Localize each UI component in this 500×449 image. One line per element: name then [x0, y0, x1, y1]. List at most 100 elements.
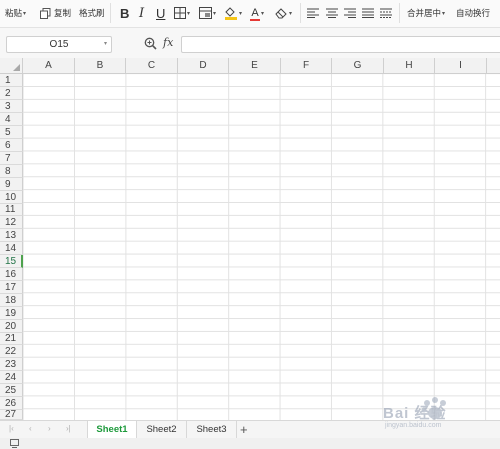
row-header-25[interactable]: 25	[0, 384, 23, 397]
align-left-button[interactable]	[307, 0, 319, 26]
row-header-8[interactable]: 8	[0, 165, 23, 178]
row-header-19[interactable]: 19	[0, 307, 23, 320]
name-box-value: O15	[49, 39, 69, 50]
italic-button[interactable]: I	[139, 0, 144, 26]
align-center-button[interactable]	[326, 0, 338, 26]
copy-icon	[40, 7, 51, 19]
toolbar-divider	[399, 3, 400, 23]
row-header-17[interactable]: 17	[0, 281, 23, 294]
row-header-18[interactable]: 18	[0, 294, 23, 307]
last-sheet-icon[interactable]: ›|	[66, 424, 71, 433]
toolbar-divider	[110, 3, 111, 23]
row-header-14[interactable]: 14	[0, 242, 23, 255]
row-header-16[interactable]: 16	[0, 268, 23, 281]
add-sheet-button[interactable]: +	[240, 422, 248, 437]
column-header-a[interactable]: A	[23, 58, 75, 74]
paint-bucket-icon	[224, 6, 238, 20]
column-header-f[interactable]: F	[281, 58, 332, 74]
wrap-text-button[interactable]: 自动换行	[456, 0, 490, 26]
row-header-3[interactable]: 3	[0, 100, 23, 113]
row-header-23[interactable]: 23	[0, 358, 23, 371]
cell-area[interactable]	[23, 74, 500, 420]
tab-sheet1[interactable]: Sheet1	[87, 421, 137, 438]
wrap-text-label: 自动换行	[456, 8, 491, 18]
distributed-icon	[380, 8, 392, 18]
chevron-down-icon: ▾	[213, 10, 217, 17]
row-header-7[interactable]: 7	[0, 152, 23, 165]
eraser-icon	[275, 7, 288, 19]
paste-label: 粘贴	[5, 8, 23, 18]
underline-button[interactable]: U	[156, 0, 165, 26]
align-left-icon	[307, 8, 319, 18]
font-color-letter: A	[251, 7, 259, 19]
chevron-down-icon: ▾	[261, 10, 265, 17]
zoom-search-icon[interactable]	[144, 37, 157, 52]
column-header-b[interactable]: B	[75, 58, 126, 74]
row-header-11[interactable]: 11	[0, 204, 23, 216]
font-color-button[interactable]: A ▾	[250, 0, 264, 26]
next-sheet-icon[interactable]: ›	[48, 424, 51, 433]
column-header-i[interactable]: I	[435, 58, 487, 74]
row-header-9[interactable]: 9	[0, 178, 23, 191]
column-header-g[interactable]: G	[332, 58, 384, 74]
row-header-4[interactable]: 4	[0, 113, 23, 126]
row-header-12[interactable]: 12	[0, 216, 23, 229]
format-painter-button[interactable]: 格式刷	[79, 0, 105, 26]
watermark-text: Bai 经验	[383, 405, 447, 422]
ribbon-toolbar: 粘贴 ▾ 复制 格式刷 B I U ▾ ▾ ▾ A ▾ ▾ 合并居中 ▾ 自动换…	[0, 0, 500, 28]
select-all-button[interactable]	[0, 58, 23, 74]
column-header-c[interactable]: C	[126, 58, 178, 74]
borders-icon	[174, 7, 186, 19]
format-painter-label: 格式刷	[79, 8, 105, 18]
distributed-button[interactable]	[380, 0, 392, 26]
merge-center-button[interactable]: 合并居中 ▾	[407, 0, 445, 26]
formula-input[interactable]	[181, 36, 500, 53]
copy-button[interactable]: 复制	[40, 0, 71, 26]
copy-label: 复制	[54, 8, 72, 18]
column-header-h[interactable]: H	[384, 58, 435, 74]
name-box[interactable]: O15 ▾	[6, 36, 112, 53]
paste-button[interactable]: 粘贴 ▾	[5, 0, 26, 26]
chevron-down-icon: ▾	[23, 10, 27, 17]
borders-button[interactable]: ▾	[174, 0, 190, 26]
merge-center-label: 合并居中	[407, 8, 442, 18]
row-header-22[interactable]: 22	[0, 345, 23, 358]
row-header-24[interactable]: 24	[0, 371, 23, 384]
bold-button[interactable]: B	[120, 0, 129, 26]
row-header-2[interactable]: 2	[0, 87, 23, 100]
column-header-partial[interactable]	[487, 58, 500, 74]
row-header-15[interactable]: 15	[0, 255, 23, 268]
tab-sheet2[interactable]: Sheet2	[137, 421, 187, 438]
justify-icon	[362, 8, 374, 18]
row-header-1[interactable]: 1	[0, 74, 23, 87]
first-sheet-icon[interactable]: |‹	[9, 424, 14, 433]
column-header-d[interactable]: D	[178, 58, 229, 74]
chevron-down-icon: ▾	[442, 10, 446, 17]
cell-style-icon	[199, 7, 212, 19]
row-header-6[interactable]: 6	[0, 139, 23, 152]
column-header-e[interactable]: E	[229, 58, 281, 74]
row-header-5[interactable]: 5	[0, 126, 23, 139]
chevron-down-icon: ▾	[239, 10, 243, 17]
chevron-down-icon: ▾	[187, 10, 191, 17]
row-header-20[interactable]: 20	[0, 320, 23, 333]
prev-sheet-icon[interactable]: ‹	[29, 424, 32, 433]
row-header-27[interactable]: 27	[0, 409, 23, 420]
row-header-21[interactable]: 21	[0, 333, 23, 345]
font-color-icon: A	[250, 7, 260, 21]
status-icon[interactable]	[10, 439, 20, 449]
fill-color-button[interactable]: ▾	[224, 0, 242, 26]
row-header-10[interactable]: 10	[0, 191, 23, 204]
chevron-down-icon[interactable]: ▾	[104, 40, 107, 47]
cell-style-button[interactable]: ▾	[199, 0, 216, 26]
align-right-button[interactable]	[344, 0, 356, 26]
clear-button[interactable]: ▾	[275, 0, 292, 26]
justify-button[interactable]	[362, 0, 374, 26]
watermark-sub: jingyan.baidu.com	[385, 422, 442, 429]
toolbar-divider	[300, 3, 301, 23]
chevron-down-icon: ▾	[289, 10, 293, 17]
status-bar	[0, 438, 500, 449]
row-header-13[interactable]: 13	[0, 229, 23, 242]
tab-sheet3[interactable]: Sheet3	[187, 421, 237, 438]
insert-function-button[interactable]: fx	[163, 36, 173, 49]
